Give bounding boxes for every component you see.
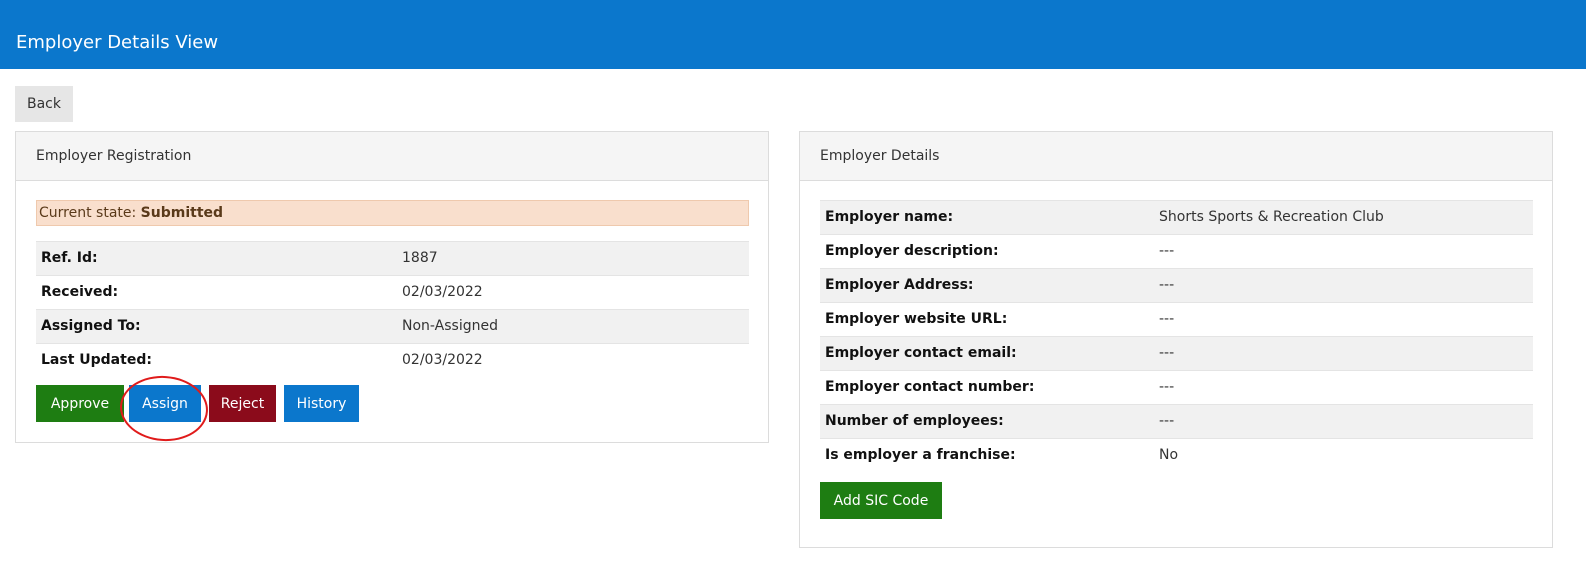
reject-button[interactable]: Reject: [209, 385, 276, 422]
row-label: Employer name:: [825, 209, 954, 225]
row-label: Employer contact email:: [825, 345, 1017, 361]
row-value: ---: [1159, 243, 1175, 259]
row-label: Employer Address:: [825, 277, 974, 293]
row-label: Assigned To:: [41, 318, 141, 334]
row-value: 1887: [402, 250, 438, 266]
row-label: Last Updated:: [41, 352, 152, 368]
row-value: No: [1159, 447, 1179, 463]
add-sic-code-button[interactable]: Add SIC Code: [820, 482, 942, 519]
row-value: ---: [1159, 379, 1175, 395]
table-row: Employer contact email: ---: [820, 336, 1533, 370]
row-value: ---: [1159, 413, 1175, 429]
table-row: Last Updated: 02/03/2022: [36, 343, 749, 377]
employer-details-panel: Employer Details Employer name: Shorts S…: [799, 131, 1553, 548]
details-panel-title: Employer Details: [800, 132, 1552, 181]
row-value: ---: [1159, 277, 1175, 293]
top-header-bar: Employer Details View: [0, 0, 1586, 69]
employer-registration-panel: Employer Registration Current state: Sub…: [15, 131, 769, 444]
table-row: Employer website URL: ---: [820, 302, 1533, 336]
row-value: 02/03/2022: [402, 352, 483, 368]
table-row: Assigned To: Non-Assigned: [36, 309, 749, 343]
table-row: Employer description: ---: [820, 234, 1533, 268]
table-row: Ref. Id: 1887: [36, 241, 749, 275]
row-value: ---: [1159, 345, 1175, 361]
approve-button[interactable]: Approve: [36, 385, 124, 422]
current-state-value: Submitted: [140, 205, 224, 221]
row-label: Employer contact number:: [825, 379, 1035, 395]
row-value: Shorts Sports & Recreation Club: [1159, 209, 1384, 225]
registration-panel-title: Employer Registration: [16, 132, 768, 181]
table-row: Received: 02/03/2022: [36, 275, 749, 309]
table-row: Employer contact number: ---: [820, 370, 1533, 404]
row-label: Employer description:: [825, 243, 999, 259]
row-value: Non-Assigned: [402, 318, 498, 334]
row-label: Received:: [41, 284, 119, 300]
page-title: Employer Details View: [16, 32, 219, 53]
assign-button[interactable]: Assign: [129, 385, 201, 422]
table-row: Is employer a franchise: No: [820, 438, 1533, 472]
row-value: 02/03/2022: [402, 284, 483, 300]
row-label: Ref. Id:: [41, 250, 98, 266]
row-label: Is employer a franchise:: [825, 447, 1016, 463]
back-button[interactable]: Back: [15, 86, 73, 122]
row-label: Number of employees:: [825, 413, 1004, 429]
table-row: Employer name: Shorts Sports & Recreatio…: [820, 200, 1533, 234]
current-state-label: Current state:: [39, 205, 137, 221]
row-value: ---: [1159, 311, 1175, 327]
history-button[interactable]: History: [284, 385, 359, 422]
current-state-banner: Current state: Submitted: [36, 200, 749, 226]
row-label: Employer website URL:: [825, 311, 1008, 327]
table-row: Employer Address: ---: [820, 268, 1533, 302]
table-row: Number of employees: ---: [820, 404, 1533, 438]
